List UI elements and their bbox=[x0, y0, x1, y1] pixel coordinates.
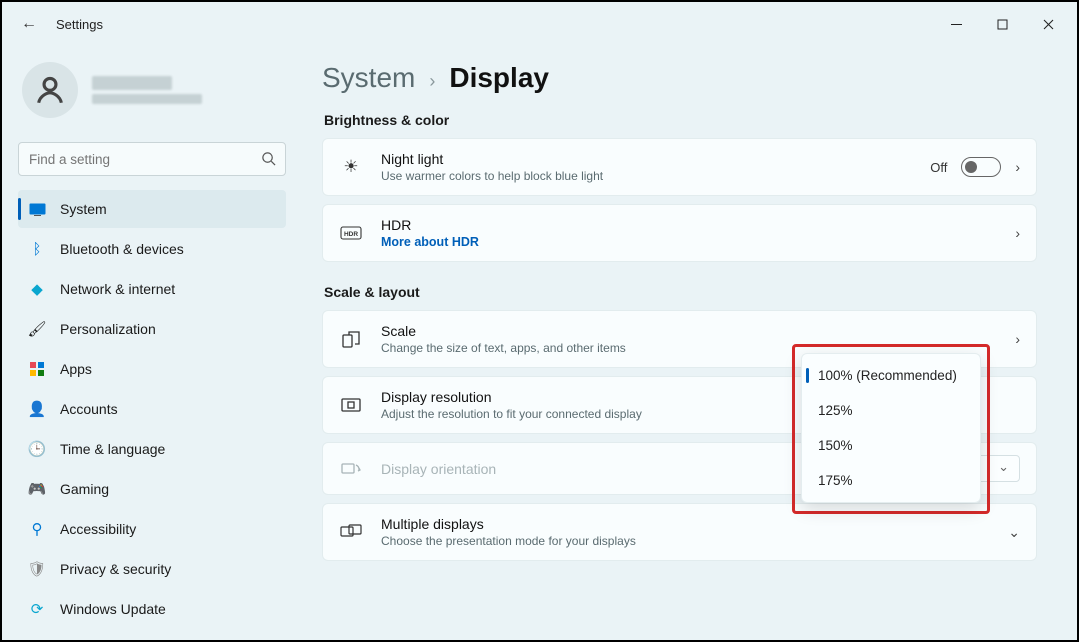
card-title: Night light bbox=[381, 151, 912, 167]
maximize-button[interactable] bbox=[979, 8, 1025, 40]
scale-option-100[interactable]: 100% (Recommended) bbox=[802, 358, 980, 393]
accessibility-icon: ⚲ bbox=[28, 520, 46, 538]
nav-label: Bluetooth & devices bbox=[60, 241, 184, 257]
minimize-button[interactable] bbox=[933, 8, 979, 40]
apps-icon bbox=[28, 360, 46, 378]
back-button[interactable]: ← bbox=[18, 15, 40, 33]
hdr-icon: HDR bbox=[339, 226, 363, 240]
breadcrumb: System › Display bbox=[322, 62, 1037, 94]
scale-option-175[interactable]: 175% bbox=[802, 463, 980, 498]
update-icon: ⟳ bbox=[28, 600, 46, 618]
nav-label: Apps bbox=[60, 361, 92, 377]
profile-name-redacted bbox=[92, 76, 202, 104]
resolution-icon bbox=[339, 398, 363, 412]
search-input[interactable] bbox=[18, 142, 286, 176]
nav-label: Accounts bbox=[60, 401, 118, 417]
scale-icon bbox=[339, 330, 363, 348]
card-hdr[interactable]: HDR HDR More about HDR › bbox=[322, 204, 1037, 262]
multiple-displays-icon bbox=[339, 524, 363, 540]
shield-icon: 🛡 bbox=[28, 560, 46, 578]
brush-icon: 🖌 bbox=[28, 320, 46, 338]
orientation-icon bbox=[339, 462, 363, 476]
scale-dropdown-highlight: 100% (Recommended) 125% 150% 175% bbox=[792, 344, 990, 514]
close-button[interactable] bbox=[1025, 8, 1071, 40]
breadcrumb-parent[interactable]: System bbox=[322, 62, 415, 94]
nav-label: Network & internet bbox=[60, 281, 175, 297]
wifi-icon: ◆ bbox=[28, 280, 46, 298]
card-night-light[interactable]: ☀ Night light Use warmer colors to help … bbox=[322, 138, 1037, 196]
card-desc: Change the size of text, apps, and other… bbox=[381, 341, 792, 355]
system-icon bbox=[28, 200, 46, 218]
nav-network[interactable]: ◆ Network & internet bbox=[18, 270, 286, 308]
scale-option-150[interactable]: 150% bbox=[802, 428, 980, 463]
nav-label: Windows Update bbox=[60, 601, 166, 617]
card-desc: Use warmer colors to help block blue lig… bbox=[381, 169, 912, 183]
nav-label: Time & language bbox=[60, 441, 165, 457]
nav-apps[interactable]: Apps bbox=[18, 350, 286, 388]
nav-bluetooth[interactable]: ᛒ Bluetooth & devices bbox=[18, 230, 286, 268]
night-light-toggle[interactable] bbox=[961, 157, 1001, 177]
nav-gaming[interactable]: 🎮 Gaming bbox=[18, 470, 286, 508]
nav-accessibility[interactable]: ⚲ Accessibility bbox=[18, 510, 286, 548]
person-icon: 👤 bbox=[28, 400, 46, 418]
card-title: Scale bbox=[381, 323, 792, 339]
gamepad-icon: 🎮 bbox=[28, 480, 46, 498]
hdr-more-link[interactable]: More about HDR bbox=[381, 235, 997, 249]
scale-option-125[interactable]: 125% bbox=[802, 393, 980, 428]
nav-label: Accessibility bbox=[60, 521, 136, 537]
breadcrumb-current: Display bbox=[449, 62, 549, 94]
nav-label: Personalization bbox=[60, 321, 156, 337]
nav-personalization[interactable]: 🖌 Personalization bbox=[18, 310, 286, 348]
bluetooth-icon: ᛒ bbox=[28, 240, 46, 258]
search-icon bbox=[261, 151, 276, 171]
nav-update[interactable]: ⟳ Windows Update bbox=[18, 590, 286, 628]
chevron-right-icon: › bbox=[1015, 225, 1020, 241]
nav-accounts[interactable]: 👤 Accounts bbox=[18, 390, 286, 428]
chevron-right-icon: › bbox=[1015, 331, 1020, 347]
card-title: Multiple displays bbox=[381, 516, 990, 532]
section-scale-label: Scale & layout bbox=[324, 284, 1037, 300]
chevron-right-icon: › bbox=[1015, 159, 1020, 175]
toggle-label: Off bbox=[930, 160, 947, 175]
nav-system[interactable]: System bbox=[18, 190, 286, 228]
night-light-icon: ☀ bbox=[339, 157, 363, 177]
nav-label: Gaming bbox=[60, 481, 109, 497]
nav-label: System bbox=[60, 201, 107, 217]
chevron-down-icon: ⌄ bbox=[1008, 524, 1020, 541]
card-title: HDR bbox=[381, 217, 997, 233]
svg-text:HDR: HDR bbox=[344, 231, 358, 238]
nav-label: Privacy & security bbox=[60, 561, 171, 577]
nav-privacy[interactable]: 🛡 Privacy & security bbox=[18, 550, 286, 588]
scale-dropdown-menu[interactable]: 100% (Recommended) 125% 150% 175% bbox=[801, 353, 981, 503]
app-title: Settings bbox=[56, 17, 103, 32]
nav-time[interactable]: 🕒 Time & language bbox=[18, 430, 286, 468]
profile-block[interactable] bbox=[18, 46, 286, 138]
avatar-icon bbox=[22, 62, 78, 118]
chevron-right-icon: › bbox=[429, 71, 435, 92]
card-desc: Choose the presentation mode for your di… bbox=[381, 534, 990, 548]
section-brightness-label: Brightness & color bbox=[324, 112, 1037, 128]
clock-icon: 🕒 bbox=[28, 440, 46, 458]
